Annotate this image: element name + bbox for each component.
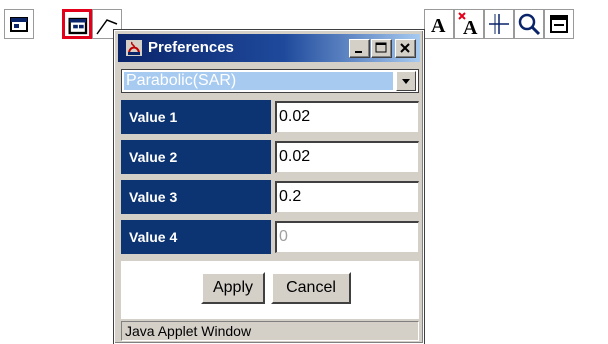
value-2-input[interactable]: 0.02 bbox=[275, 141, 419, 173]
print-icon[interactable] bbox=[544, 9, 574, 39]
applet-status-bar: Java Applet Window bbox=[121, 321, 419, 341]
maximize-button[interactable] bbox=[371, 39, 392, 58]
maximize-icon bbox=[375, 42, 387, 53]
value-row: Value 1 0.02 bbox=[121, 100, 419, 134]
value-row: Value 2 0.02 bbox=[121, 140, 419, 174]
minimize-icon bbox=[355, 51, 362, 53]
value-1-input[interactable]: 0.02 bbox=[275, 101, 419, 133]
title-bar[interactable]: Preferences bbox=[118, 34, 420, 62]
close-button[interactable] bbox=[395, 39, 416, 58]
java-app-icon bbox=[126, 40, 142, 56]
value-4-label: Value 4 bbox=[121, 220, 271, 254]
close-icon bbox=[400, 43, 410, 53]
apply-button[interactable]: Apply bbox=[201, 272, 265, 304]
chevron-down-icon bbox=[402, 79, 410, 84]
value-row: Value 4 0 bbox=[121, 220, 419, 254]
value-2-label: Value 2 bbox=[121, 140, 271, 174]
window-title: Preferences bbox=[148, 39, 234, 56]
crosshair-icon[interactable] bbox=[484, 9, 514, 39]
svg-text:A: A bbox=[463, 17, 478, 38]
zoom-icon[interactable] bbox=[514, 9, 544, 39]
preferences-dialog: Preferences Parabolic(SAR) Value 1 0.02 … bbox=[113, 29, 425, 344]
cancel-button[interactable]: Cancel bbox=[271, 272, 351, 304]
window-icon[interactable] bbox=[4, 9, 34, 39]
minimize-button[interactable] bbox=[349, 39, 370, 58]
value-4-input: 0 bbox=[275, 221, 419, 253]
value-1-label: Value 1 bbox=[121, 100, 271, 134]
dropdown-button[interactable] bbox=[396, 71, 416, 91]
preferences-icon[interactable] bbox=[62, 9, 92, 39]
study-select-value: Parabolic(SAR) bbox=[124, 72, 393, 90]
value-3-input[interactable]: 0.2 bbox=[275, 181, 419, 213]
svg-text:A: A bbox=[431, 15, 446, 37]
button-panel: Apply Cancel bbox=[121, 261, 419, 319]
value-3-label: Value 3 bbox=[121, 180, 271, 214]
study-select[interactable]: Parabolic(SAR) bbox=[121, 69, 419, 93]
value-row: Value 3 0.2 bbox=[121, 180, 419, 214]
delete-text-icon[interactable]: A bbox=[454, 9, 484, 39]
text-icon[interactable]: A bbox=[424, 9, 454, 39]
